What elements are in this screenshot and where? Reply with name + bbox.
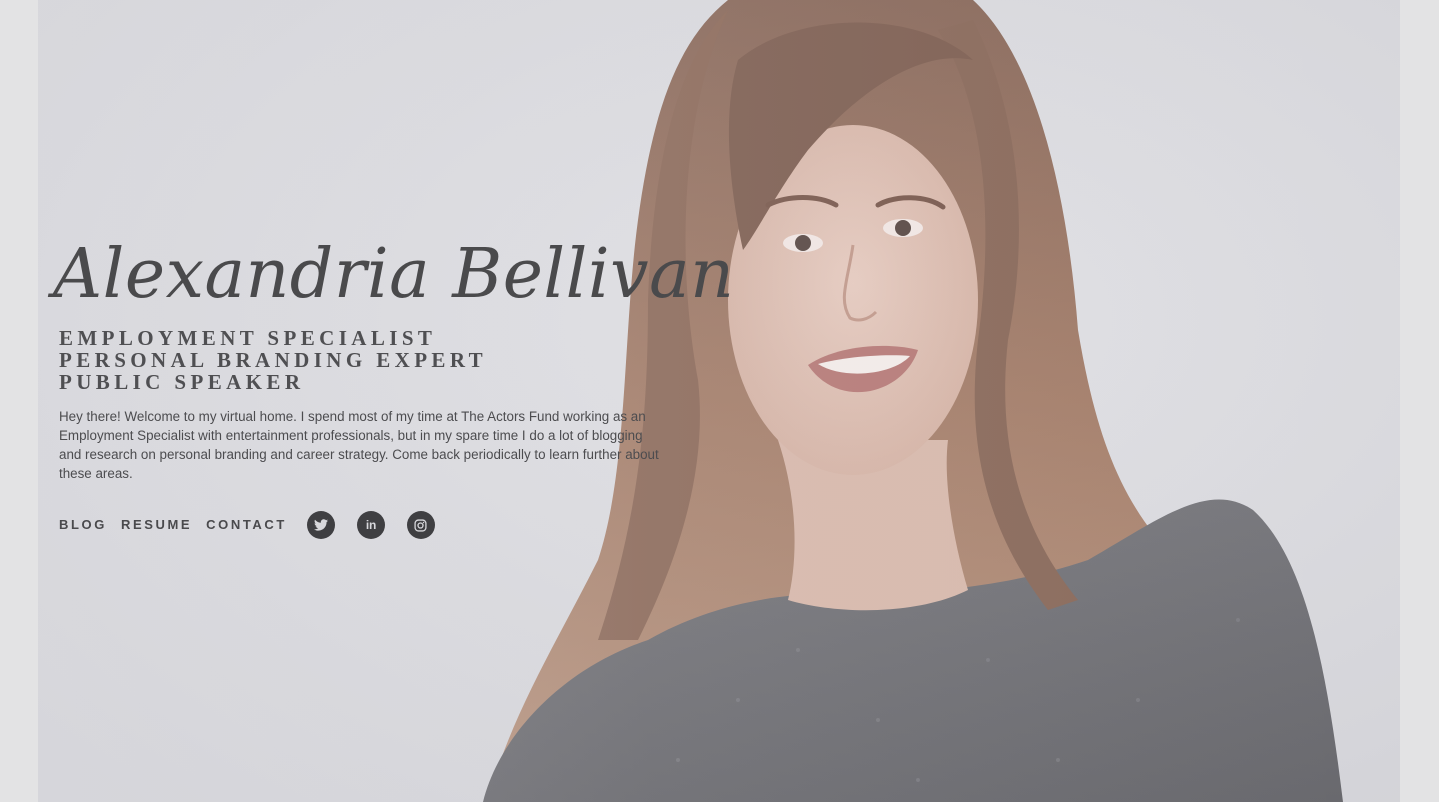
page-margin-right	[1400, 0, 1439, 802]
hero-overlay	[38, 0, 1400, 802]
instagram-link[interactable]	[406, 511, 435, 539]
site-title: Alexandria Bellivan	[53, 235, 735, 314]
instagram-icon	[414, 518, 428, 532]
linkedin-icon: in	[365, 518, 376, 532]
social-links: in	[306, 511, 449, 539]
twitter-icon	[313, 519, 328, 531]
twitter-link[interactable]	[306, 511, 335, 539]
intro-paragraph: Hey there! Welcome to my virtual home. I…	[59, 409, 659, 481]
nav-link-blog[interactable]: BLOG	[59, 511, 107, 539]
nav-link-resume[interactable]: RESUME	[121, 511, 192, 539]
main-nav: BLOG RESUME CONTACT in	[59, 511, 449, 539]
title-line: PUBLIC SPEAKER	[59, 370, 305, 394]
title-line: EMPLOYMENT SPECIALIST	[59, 326, 437, 350]
page-margin-left	[0, 0, 38, 802]
nav-link-contact[interactable]: CONTACT	[206, 511, 287, 539]
professional-titles: EMPLOYMENT SPECIALIST PERSONAL BRANDING …	[59, 327, 487, 393]
title-line: PERSONAL BRANDING EXPERT	[59, 348, 488, 372]
hero-banner	[38, 0, 1400, 802]
linkedin-link[interactable]: in	[356, 511, 385, 539]
